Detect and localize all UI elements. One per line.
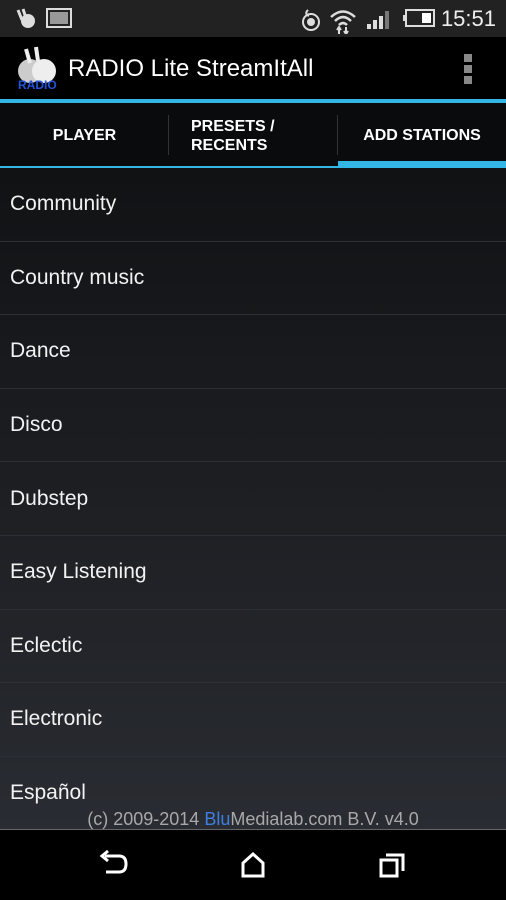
list-item[interactable]: Electronic xyxy=(0,683,506,757)
list-item[interactable]: Country music xyxy=(0,242,506,316)
copyright-text: (c) 2009-2014 xyxy=(87,809,205,829)
wifi-icon xyxy=(330,10,356,34)
app-bar: RADIO RADIO Lite StreamItAll xyxy=(0,37,506,99)
tab-presets-recents[interactable]: PRESETS / RECENTS xyxy=(169,103,338,168)
tab-add-stations[interactable]: ADD STATIONS xyxy=(338,103,506,168)
hotspot-icon xyxy=(302,9,320,31)
tab-label: ADD STATIONS xyxy=(363,126,481,144)
svg-text:RADIO: RADIO xyxy=(18,78,57,91)
tab-label-line1: PRESETS / xyxy=(191,117,275,135)
image-notification-icon xyxy=(46,8,72,28)
recent-apps-icon[interactable] xyxy=(373,850,413,880)
tab-bar: PLAYER PRESETS / RECENTS ADD STATIONS xyxy=(0,103,506,168)
list-item[interactable]: Eclectic xyxy=(0,610,506,684)
copyright-footer: (c) 2009-2014 BluMedialab.com B.V. v4.0 xyxy=(0,809,506,830)
app-title: RADIO Lite StreamItAll xyxy=(68,55,314,82)
list-item[interactable]: Dubstep xyxy=(0,462,506,536)
signal-icon xyxy=(367,11,389,29)
genre-list[interactable]: Community Country music Dance Disco Dubs… xyxy=(0,168,506,830)
home-icon[interactable] xyxy=(233,850,273,880)
navigation-bar xyxy=(0,830,506,900)
back-icon[interactable] xyxy=(93,850,133,880)
overflow-menu-icon[interactable] xyxy=(464,54,474,84)
list-item[interactable]: Community xyxy=(0,168,506,242)
app-notification-icon xyxy=(16,8,35,28)
clock: 15:51 xyxy=(440,6,496,31)
app-logo: RADIO xyxy=(18,46,57,91)
tab-label: PLAYER xyxy=(52,126,117,144)
list-item[interactable]: Disco xyxy=(0,389,506,463)
list-item[interactable]: Dance xyxy=(0,315,506,389)
tab-player[interactable]: PLAYER xyxy=(0,103,169,168)
status-bar: 15:51 xyxy=(0,0,506,37)
battery-icon xyxy=(403,9,435,27)
tab-label-line2: RECENTS xyxy=(191,136,268,154)
list-item[interactable]: Easy Listening xyxy=(0,536,506,610)
brand-text: Medialab.com B.V. v4.0 xyxy=(230,809,419,829)
brand-highlight: Blu xyxy=(204,809,231,829)
tab-label: PRESETS / RECENTS xyxy=(191,117,275,155)
